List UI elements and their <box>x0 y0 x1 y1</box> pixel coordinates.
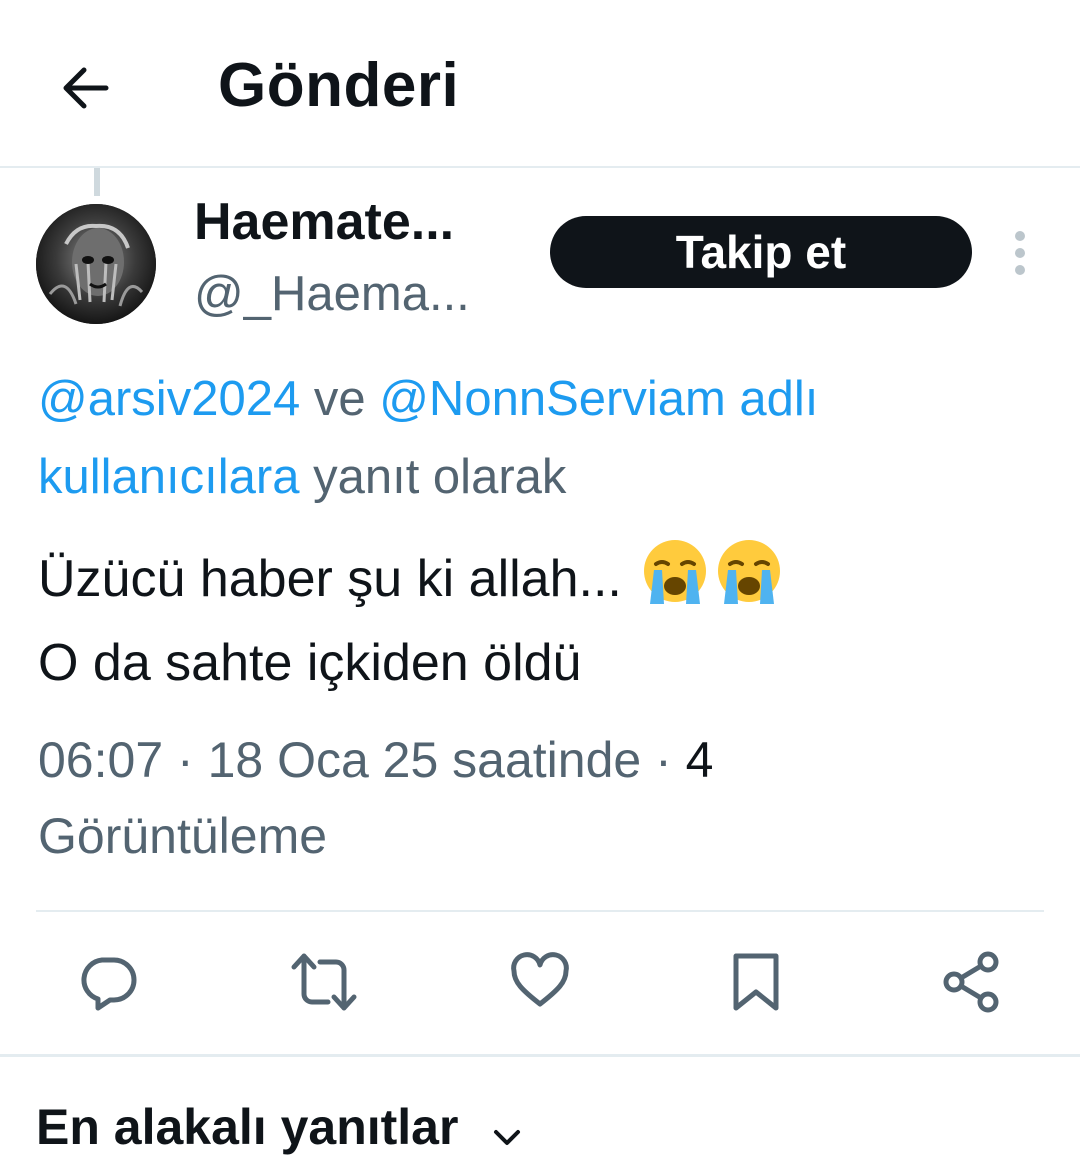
tweet-time[interactable]: 06:07 <box>38 732 163 788</box>
loudly-crying-face-icon <box>640 536 710 606</box>
tweet-meta: 06:07 · 18 Oca 25 saatinde · 4 Görüntüle… <box>38 722 1048 874</box>
chevron-down-icon <box>492 1102 522 1160</box>
header-divider <box>0 166 1080 168</box>
reply-context-connector: ve <box>300 372 380 426</box>
actions-divider <box>0 1054 1080 1057</box>
page-title: Gönderi <box>218 51 460 120</box>
more-options-icon[interactable] <box>1000 226 1040 282</box>
author-handle[interactable]: @_Haema... <box>194 266 470 322</box>
tweet-text: Üzücü haber şu ki allah... O da sahte iç… <box>38 536 1048 705</box>
meta-separator: · <box>163 732 208 788</box>
views-label: Görüntüleme <box>38 808 328 864</box>
tweet-line-1: Üzücü haber şu ki allah... <box>38 550 622 608</box>
mention-link-2[interactable]: @NonnServiam <box>379 372 726 426</box>
follow-button[interactable]: Takip et <box>550 216 972 288</box>
avatar[interactable] <box>36 204 156 324</box>
view-count: 4 <box>685 732 714 788</box>
back-arrow-icon[interactable] <box>56 58 116 118</box>
loudly-crying-face-icon <box>714 536 784 606</box>
thread-connector-line <box>94 168 100 196</box>
reply-icon[interactable] <box>66 940 150 1024</box>
tweet-line-2: O da sahte içkiden öldü <box>38 634 582 692</box>
top-bar: Gönderi <box>0 0 1080 166</box>
reply-context-suffix: yanıt olarak <box>299 450 567 504</box>
meta-separator: · <box>641 732 686 788</box>
reply-context: @arsiv2024 ve @NonnServiam adlı kullanıc… <box>38 360 1048 516</box>
like-heart-icon[interactable] <box>498 940 582 1024</box>
repost-icon[interactable] <box>282 940 366 1024</box>
tweet-date[interactable]: 18 Oca 25 saatinde <box>208 732 642 788</box>
meta-divider <box>36 910 1044 912</box>
share-icon[interactable] <box>930 940 1014 1024</box>
replies-sort-label: En alakalı yanıtlar <box>36 1099 459 1155</box>
replies-sort-dropdown[interactable]: En alakalı yanıtlar <box>36 1098 522 1160</box>
author-display-name[interactable]: Haemate... <box>194 192 454 252</box>
bookmark-icon[interactable] <box>714 940 798 1024</box>
mention-link-1[interactable]: @arsiv2024 <box>38 372 300 426</box>
action-bar <box>0 940 1080 1030</box>
